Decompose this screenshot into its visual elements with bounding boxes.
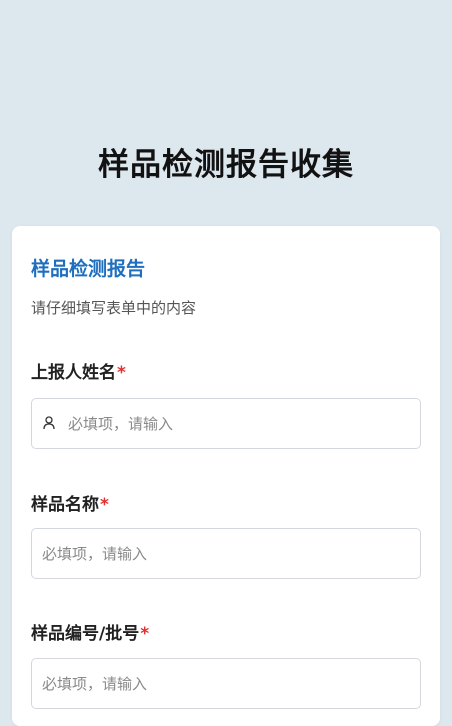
required-marker: *	[140, 624, 150, 644]
form-description: 请仔细填写表单中的内容	[31, 299, 197, 317]
sample-name-input[interactable]	[42, 529, 408, 578]
reporter-name-label-text: 上报人姓名	[31, 363, 116, 383]
sample-name-label: 样品名称*	[31, 492, 109, 518]
reporter-name-label: 上报人姓名*	[31, 360, 126, 386]
sample-name-field[interactable]	[31, 528, 421, 579]
sample-name-label-text: 样品名称	[31, 495, 99, 515]
reporter-name-field[interactable]	[31, 398, 421, 449]
sample-batch-label-text: 样品编号/批号	[31, 624, 140, 644]
sample-batch-label: 样品编号/批号*	[31, 621, 149, 647]
form-card: 样品检测报告 请仔细填写表单中的内容 上报人姓名* 样品名称* 样品编号/批号*	[12, 226, 440, 726]
required-marker: *	[100, 495, 109, 515]
sample-batch-field[interactable]	[31, 658, 421, 709]
sample-batch-input[interactable]	[42, 659, 408, 708]
user-icon	[43, 416, 55, 430]
form-title: 样品检测报告	[31, 258, 146, 280]
page-title: 样品检测报告收集	[98, 147, 354, 183]
required-marker: *	[117, 363, 126, 383]
reporter-name-input[interactable]	[68, 399, 408, 448]
